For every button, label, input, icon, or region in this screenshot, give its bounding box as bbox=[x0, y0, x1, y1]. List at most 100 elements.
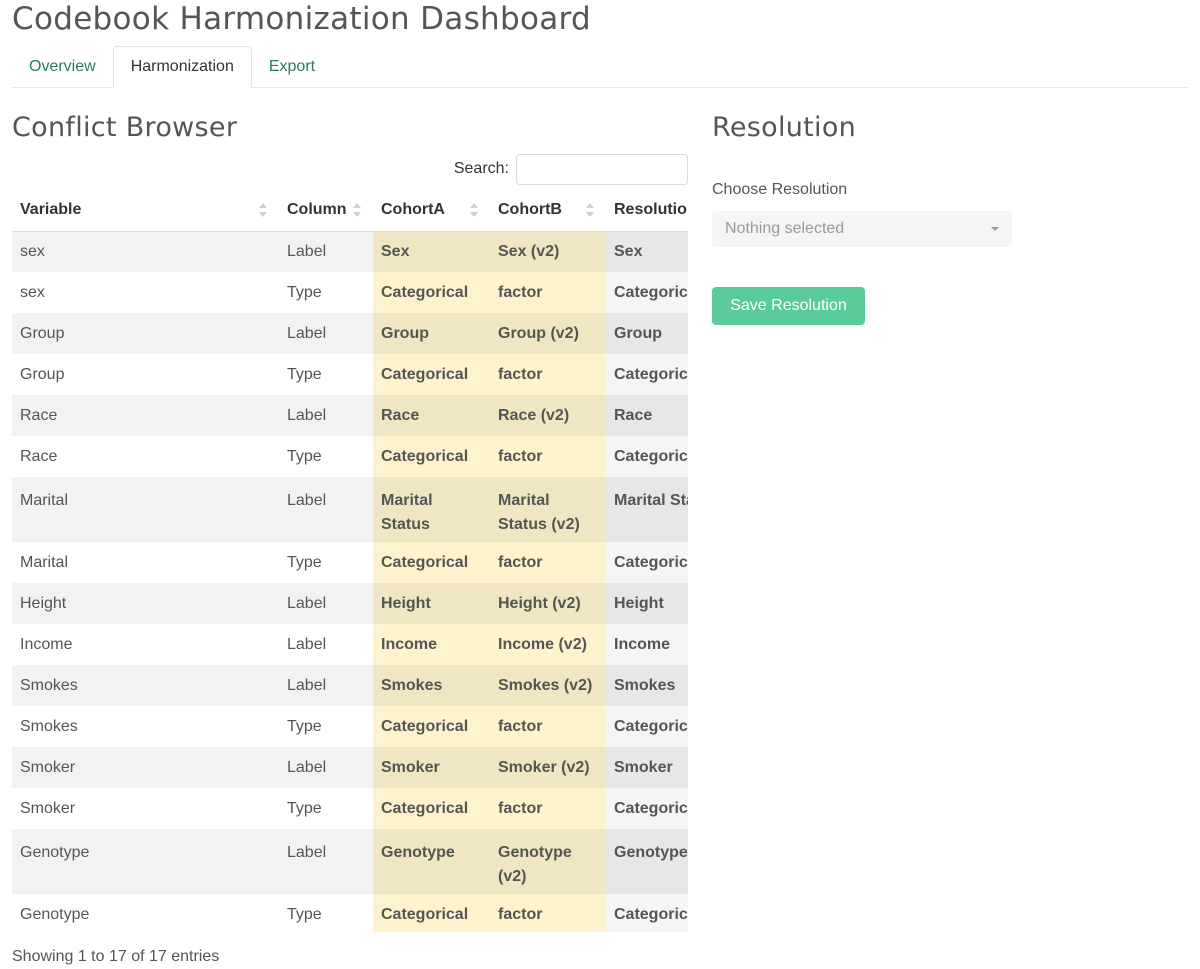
table-row[interactable]: Income Label Income Income (v2) Income bbox=[12, 624, 688, 665]
cell-column: Type bbox=[279, 542, 373, 583]
cell-column: Label bbox=[279, 583, 373, 624]
cell-cohort-b: Race (v2) bbox=[490, 395, 606, 436]
cell-cohort-a: Genotype bbox=[373, 829, 490, 894]
cell-resolution: Categorical bbox=[606, 542, 688, 583]
column-header-label: Resolution bbox=[614, 201, 688, 219]
cell-cohort-a: Categorical bbox=[373, 542, 490, 583]
table-row[interactable]: Smokes Label Smokes Smokes (v2) Smokes bbox=[12, 665, 688, 706]
cell-cohort-b: factor bbox=[490, 706, 606, 747]
cell-column: Label bbox=[279, 747, 373, 788]
save-resolution-button[interactable]: Save Resolution bbox=[712, 287, 865, 325]
cell-resolution: Race bbox=[606, 395, 688, 436]
resolution-select-value: Nothing selected bbox=[725, 220, 845, 237]
column-header-cohortb[interactable]: CohortB bbox=[490, 190, 606, 232]
cell-resolution: Sex bbox=[606, 231, 688, 272]
conflict-browser-heading: Conflict Browser bbox=[12, 112, 238, 143]
cell-column: Type bbox=[279, 436, 373, 477]
cell-cohort-b: factor bbox=[490, 542, 606, 583]
cell-resolution: Categorical bbox=[606, 706, 688, 747]
cell-cohort-b: factor bbox=[490, 436, 606, 477]
table-row[interactable]: sexTypeCategoricalfactorCategorical bbox=[12, 272, 688, 313]
cell-variable: Race bbox=[12, 395, 279, 436]
table-row[interactable]: SmokerTypeCategoricalfactorCategorical bbox=[12, 788, 688, 829]
tab-overview[interactable]: Overview bbox=[12, 46, 113, 87]
column-header-cohorta[interactable]: CohortA bbox=[373, 190, 490, 232]
cell-cohort-b: factor bbox=[490, 272, 606, 313]
cell-variable: Height bbox=[12, 583, 279, 624]
cell-cohort-b: Sex (v2) bbox=[490, 231, 606, 272]
cell-cohort-a: Smoker bbox=[373, 747, 490, 788]
tab-harmonization[interactable]: Harmonization bbox=[112, 46, 252, 88]
cell-column: Label bbox=[279, 624, 373, 665]
cell-column: Type bbox=[279, 894, 373, 932]
search-input[interactable] bbox=[516, 154, 688, 185]
cell-resolution: Categorical bbox=[606, 272, 688, 313]
choose-resolution-label: Choose Resolution bbox=[712, 181, 848, 198]
cell-variable: Genotype bbox=[12, 829, 279, 894]
table-row[interactable]: GenotypeTypeCategoricalfactorCategorical bbox=[12, 894, 688, 932]
sort-both-icon bbox=[259, 203, 267, 217]
cell-resolution: Categorical bbox=[606, 354, 688, 395]
cell-cohort-b: Genotype (v2) bbox=[490, 829, 606, 894]
table-row[interactable]: MaritalTypeCategoricalfactorCategorical bbox=[12, 542, 688, 583]
search-label: Search: bbox=[453, 160, 509, 177]
column-header-resolution[interactable]: Resolution bbox=[606, 190, 688, 232]
resolution-heading: Resolution bbox=[712, 112, 857, 143]
cell-variable: Race bbox=[12, 436, 279, 477]
cell-resolution: Marital Status bbox=[606, 477, 688, 542]
cell-cohort-a: Smokes bbox=[373, 665, 490, 706]
cell-cohort-a: Group bbox=[373, 313, 490, 354]
cell-column: Label bbox=[279, 231, 373, 272]
cell-variable: Smokes bbox=[12, 706, 279, 747]
cell-cohort-a: Height bbox=[373, 583, 490, 624]
cell-variable: sex bbox=[12, 272, 279, 313]
app-title: Codebook Harmonization Dashboard bbox=[12, 1, 591, 37]
cell-variable: Income bbox=[12, 624, 279, 665]
table-row[interactable]: RaceTypeCategoricalfactorCategorical bbox=[12, 436, 688, 477]
cell-cohort-b: factor bbox=[490, 894, 606, 932]
cell-resolution: Categorical bbox=[606, 788, 688, 829]
cell-variable: Smoker bbox=[12, 747, 279, 788]
table-row[interactable]: sex Label Sex Sex (v2) Sex bbox=[12, 231, 688, 272]
cell-variable: Smoker bbox=[12, 788, 279, 829]
table-row[interactable]: SmokesTypeCategoricalfactorCategorical bbox=[12, 706, 688, 747]
nav-tabs: Overview Harmonization Export bbox=[12, 46, 1188, 88]
resolution-select[interactable]: Nothing selected bbox=[712, 211, 1012, 247]
caret-down-icon bbox=[991, 227, 999, 231]
column-header-label: Column bbox=[287, 201, 347, 219]
cell-cohort-a: Categorical bbox=[373, 894, 490, 932]
cell-column: Label bbox=[279, 477, 373, 542]
table-row[interactable]: Group Label Group Group (v2) Group bbox=[12, 313, 688, 354]
tab-export[interactable]: Export bbox=[252, 46, 332, 87]
cell-cohort-a: Categorical bbox=[373, 706, 490, 747]
cell-column: Type bbox=[279, 354, 373, 395]
cell-variable: Group bbox=[12, 313, 279, 354]
table-row[interactable]: Marital Label Marital Status Marital Status… bbox=[12, 477, 688, 542]
cell-cohort-a: Race bbox=[373, 395, 490, 436]
table-row[interactable]: Race Label Race Race (v2) Race bbox=[12, 395, 688, 436]
column-header-label: CohortB bbox=[498, 201, 562, 219]
cell-cohort-b: Height (v2) bbox=[490, 583, 606, 624]
cell-column: Type bbox=[279, 706, 373, 747]
table-header-row: Variable Column CohortA CohortB Resoluti… bbox=[12, 190, 688, 232]
table-row[interactable]: GroupTypeCategoricalfactorCategorical bbox=[12, 354, 688, 395]
cell-resolution: Smokes bbox=[606, 665, 688, 706]
column-header-column[interactable]: Column bbox=[279, 190, 373, 232]
column-header-variable[interactable]: Variable bbox=[12, 190, 279, 232]
cell-cohort-a: Categorical bbox=[373, 788, 490, 829]
cell-variable: sex bbox=[12, 231, 279, 272]
table-row[interactable]: Genotype Label Genotype Genotype (v2) Genoty… bbox=[12, 829, 688, 894]
cell-resolution: Income bbox=[606, 624, 688, 665]
cell-variable: Marital bbox=[12, 542, 279, 583]
table-row[interactable]: Smoker Label Smoker Smoker (v2) Smoker bbox=[12, 747, 688, 788]
cell-resolution: Smoker bbox=[606, 747, 688, 788]
column-header-label: CohortA bbox=[381, 201, 445, 219]
conflict-table: Variable Column CohortA CohortB Resoluti… bbox=[12, 190, 688, 932]
table-row[interactable]: Height Label Height Height (v2) Height bbox=[12, 583, 688, 624]
cell-variable: Smokes bbox=[12, 665, 279, 706]
cell-cohort-b: Income (v2) bbox=[490, 624, 606, 665]
cell-resolution: Categorical bbox=[606, 436, 688, 477]
cell-cohort-a: Marital Status bbox=[373, 477, 490, 542]
sort-both-icon bbox=[470, 203, 478, 217]
conflict-table-container: Variable Column CohortA CohortB Resoluti… bbox=[12, 190, 688, 932]
